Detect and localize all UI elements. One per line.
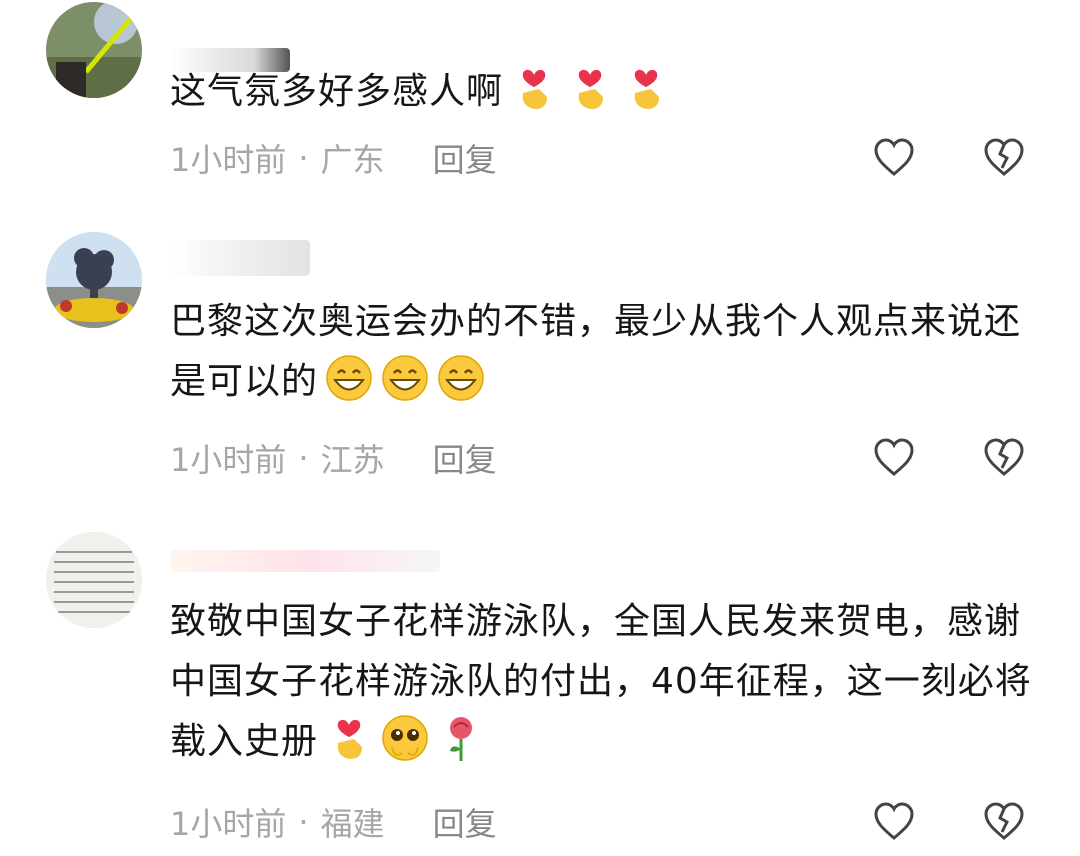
heart-hand-icon	[337, 719, 363, 759]
avatar[interactable]	[46, 2, 142, 98]
location: 广东	[320, 141, 385, 179]
comment-meta: 1小时前 · 广东 回复	[170, 136, 497, 180]
pleading-face-icon	[382, 715, 428, 761]
comment-text: 巴黎这次奥运会办的不错，最少从我个人观点来说还是可以的	[170, 292, 1050, 412]
timestamp: 1小时前	[170, 441, 287, 479]
timestamp: 1小时前	[170, 805, 287, 843]
comment-body: 这气氛多好多感人啊	[170, 71, 504, 112]
comment-body: 巴黎这次奥运会办的不错，最少从我个人观点来说还是可以的	[170, 301, 1022, 402]
location: 福建	[320, 805, 385, 843]
heart-hand-icon	[634, 69, 660, 109]
grin-face-icon	[438, 355, 484, 401]
rose-icon	[450, 717, 473, 761]
dislike-broken-heart-icon[interactable]	[982, 436, 1026, 480]
comment-meta: 1小时前 · 福建 回复	[170, 800, 497, 844]
dislike-broken-heart-icon[interactable]	[982, 136, 1026, 180]
reply-button[interactable]: 回复	[433, 799, 497, 845]
comment-body: 致敬中国女子花样游泳队，全国人民发来贺电，感谢中国女子花样游泳队的付出，40年征…	[170, 601, 1032, 762]
like-heart-icon[interactable]	[872, 136, 916, 180]
grin-face-icon	[326, 355, 372, 401]
like-heart-icon[interactable]	[872, 800, 916, 844]
comment-text: 这气氛多好多感人啊	[170, 62, 1050, 122]
location: 江苏	[320, 441, 385, 479]
comment-meta: 1小时前 · 江苏 回复	[170, 436, 497, 480]
separator: ·	[298, 439, 309, 477]
heart-hand-icon	[522, 69, 548, 109]
timestamp: 1小时前	[170, 141, 287, 179]
username-redacted[interactable]	[170, 240, 310, 276]
heart-hand-icon	[578, 69, 604, 109]
reply-button[interactable]: 回复	[433, 135, 497, 181]
dislike-broken-heart-icon[interactable]	[982, 800, 1026, 844]
grin-face-icon	[382, 355, 428, 401]
reply-button[interactable]: 回复	[433, 435, 497, 481]
separator: ·	[298, 139, 309, 177]
separator: ·	[298, 803, 309, 841]
avatar[interactable]	[46, 232, 142, 328]
comment-text: 致敬中国女子花样游泳队，全国人民发来贺电，感谢中国女子花样游泳队的付出，40年征…	[170, 592, 1050, 772]
username-redacted[interactable]	[170, 550, 440, 572]
like-heart-icon[interactable]	[872, 436, 916, 480]
avatar[interactable]	[46, 532, 142, 628]
